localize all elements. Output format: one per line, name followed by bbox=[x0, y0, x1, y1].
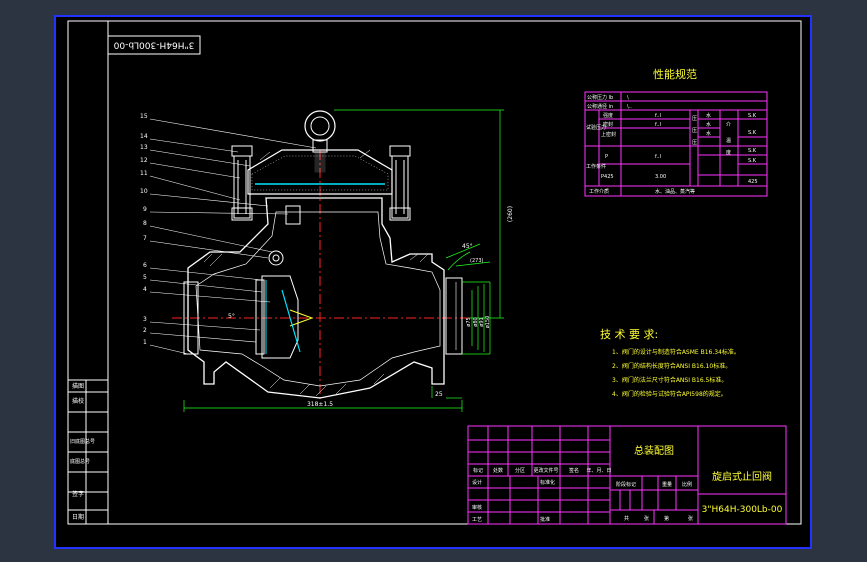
dim-angle: 45° bbox=[462, 243, 473, 250]
strip-text-0: 描图 bbox=[72, 382, 84, 390]
strip-text-2: 旧底图总号 bbox=[70, 438, 95, 445]
leader-num-10: 5 bbox=[143, 274, 147, 281]
perf-r1-label: 公称压力 lb bbox=[587, 94, 613, 101]
leader-num-8: 7 bbox=[143, 235, 147, 242]
tech-title: 技 术 要 求: bbox=[600, 328, 658, 341]
perf-r4-item-1: P425 bbox=[601, 174, 614, 180]
leader-num-3: 12 bbox=[140, 157, 148, 164]
dim-length: 318±1.5 bbox=[307, 401, 333, 408]
tb-product-name: 旋启式止回阀 bbox=[712, 470, 772, 483]
leader-num-13: 2 bbox=[143, 327, 147, 334]
tb-bottom-0: 共 bbox=[624, 515, 629, 522]
tech-item-0: 1、阀门的设计与制造符合ASME B16.34标准。 bbox=[612, 348, 740, 356]
perf-r4-val-1: 3.00 bbox=[655, 174, 666, 180]
tb-sign-3: 工艺 bbox=[472, 517, 482, 523]
rotated-code-text: 3"H64H-300Lb-00 bbox=[113, 40, 194, 50]
tb-header-5: 年、月、日 bbox=[586, 467, 611, 474]
dim-height: (260) bbox=[507, 206, 514, 222]
tb-header-1: 处数 bbox=[493, 467, 503, 474]
tech-item-3: 4、阀门的检验与试验符合API598的规定。 bbox=[612, 390, 727, 398]
dim-d1: ø75 bbox=[466, 317, 472, 326]
tb-header-2: 分区 bbox=[515, 467, 525, 474]
perf-r3-item-1: 密封 bbox=[603, 121, 613, 128]
strip-text-5: 日期 bbox=[72, 513, 84, 521]
leader-num-0: 15 bbox=[140, 113, 148, 120]
perf-mid-0: 介 bbox=[726, 122, 731, 128]
tb-sign-0: 设计 bbox=[472, 479, 482, 486]
tb-sign-1: 标准化 bbox=[540, 479, 555, 486]
perf-medium-label: 工作介质 bbox=[589, 188, 609, 195]
dim-d4: ø150 bbox=[485, 316, 491, 329]
leader-num-11: 4 bbox=[143, 286, 147, 293]
perf-r3-r2-1: 压 bbox=[692, 128, 697, 134]
dim-small: (273) bbox=[470, 258, 483, 264]
leader-num-4: 11 bbox=[140, 170, 148, 177]
perf-r3-r2-0: 压 bbox=[692, 116, 697, 122]
perf-right-4: 425 bbox=[748, 179, 758, 185]
leader-num-1: 14 bbox=[140, 133, 148, 140]
dim-angle2: 5° bbox=[228, 313, 235, 320]
perf-r4-item-0: P bbox=[605, 154, 608, 160]
perf-r4-val-0: f..l bbox=[655, 154, 661, 160]
perf-right-0: S.K bbox=[748, 113, 757, 119]
perf-r3-right-2: 水 bbox=[706, 130, 711, 137]
tb-stage-2: 比例 bbox=[682, 481, 692, 488]
perf-medium-val: 水、油品、蒸汽等 bbox=[655, 188, 695, 195]
tb-bottom-1: 张 bbox=[644, 515, 649, 522]
leader-num-14: 1 bbox=[143, 339, 147, 346]
perf-r4-group: 工作条件 bbox=[586, 163, 606, 170]
perf-r2-label: 公称通径 in bbox=[587, 103, 613, 110]
strip-text-3: 底图总号 bbox=[70, 458, 90, 465]
tb-header-0: 标记 bbox=[473, 467, 483, 474]
perf-r3-val-0: f..l bbox=[655, 113, 661, 119]
perf-right-1: S.K bbox=[748, 130, 757, 136]
perf-r2-val: \.. bbox=[627, 104, 632, 110]
perf-title: 性能规范 bbox=[653, 67, 697, 81]
leader-num-5: 10 bbox=[140, 188, 148, 195]
leader-num-6: 9 bbox=[143, 206, 147, 213]
tb-header-3: 更改文件号 bbox=[533, 467, 558, 474]
perf-right-2: S.K bbox=[748, 148, 757, 154]
perf-r3-val-1: f..l bbox=[655, 122, 661, 128]
tb-stage-1: 重量 bbox=[662, 481, 672, 488]
leader-num-2: 13 bbox=[140, 144, 148, 151]
perf-r3-right-1: 水 bbox=[706, 121, 711, 128]
tb-bottom-3: 张 bbox=[688, 515, 693, 522]
tb-header-4: 签名 bbox=[569, 467, 579, 474]
tb-sign-4: 批准 bbox=[540, 516, 550, 523]
strip-text-1: 描校 bbox=[72, 397, 84, 405]
perf-r3-r2-2: 压 bbox=[692, 140, 697, 146]
leader-num-9: 6 bbox=[143, 262, 147, 269]
tb-sign-2: 审核 bbox=[472, 504, 482, 511]
tech-item-2: 3、阀门的法兰尺寸符合ANSI B16.5标准。 bbox=[612, 376, 727, 384]
perf-mid-2: 度 bbox=[726, 149, 731, 156]
tb-bottom-2: 第 bbox=[664, 515, 669, 522]
cad-drawing-viewport[interactable]: 3"H64H-300Lb-00 描图 描校 旧底图总号 底图总号 签字 日期 性… bbox=[0, 0, 867, 562]
perf-right-3: S.K bbox=[748, 158, 757, 164]
tech-item-1: 2、阀门的结构长度符合ANSI B16.10标准。 bbox=[612, 362, 731, 370]
tb-drawing-no: 3"H64H-300Lb-00 bbox=[702, 505, 783, 515]
tb-stage-0: 阶段标记 bbox=[616, 481, 636, 488]
leader-num-7: 8 bbox=[143, 220, 147, 227]
dim-flange: 25 bbox=[435, 391, 443, 398]
perf-r3-item-2: 上密封 bbox=[601, 131, 616, 138]
perf-mid-1: 温 bbox=[726, 137, 731, 144]
perf-r3-right-0: 水 bbox=[706, 112, 711, 119]
strip-text-4: 签字 bbox=[72, 490, 84, 498]
leader-num-12: 3 bbox=[143, 316, 147, 323]
perf-r3-item-0: 强度 bbox=[603, 112, 613, 119]
tb-assembly: 总装配图 bbox=[634, 444, 674, 457]
